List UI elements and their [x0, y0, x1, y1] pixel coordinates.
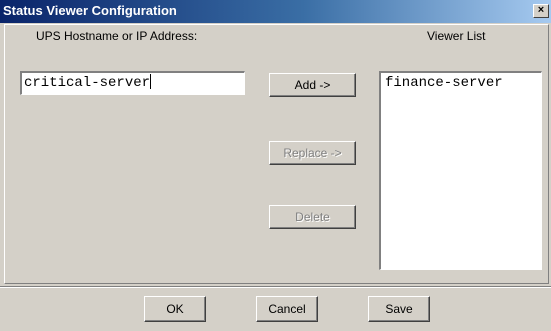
title-bar: Status Viewer Configuration ×: [0, 0, 551, 23]
delete-button[interactable]: Delete: [269, 205, 356, 229]
host-input-value: critical-server: [24, 75, 151, 91]
replace-button[interactable]: Replace ->: [269, 141, 356, 165]
close-icon: ×: [537, 4, 545, 16]
config-panel: UPS Hostname or IP Address: critical-ser…: [4, 24, 549, 284]
viewer-list-item[interactable]: finance-server: [385, 75, 537, 91]
viewer-list-label: Viewer List: [427, 29, 486, 43]
footer-divider: [0, 286, 551, 288]
window-title: Status Viewer Configuration: [3, 3, 177, 18]
viewer-listbox[interactable]: finance-server: [379, 71, 542, 270]
text-caret: [150, 74, 152, 89]
host-input[interactable]: critical-server: [20, 71, 245, 95]
close-button[interactable]: ×: [533, 4, 549, 18]
host-label: UPS Hostname or IP Address:: [36, 29, 198, 43]
save-button[interactable]: Save: [368, 296, 430, 322]
ok-button[interactable]: OK: [144, 296, 206, 322]
cancel-button[interactable]: Cancel: [256, 296, 318, 322]
add-button[interactable]: Add ->: [269, 73, 356, 97]
